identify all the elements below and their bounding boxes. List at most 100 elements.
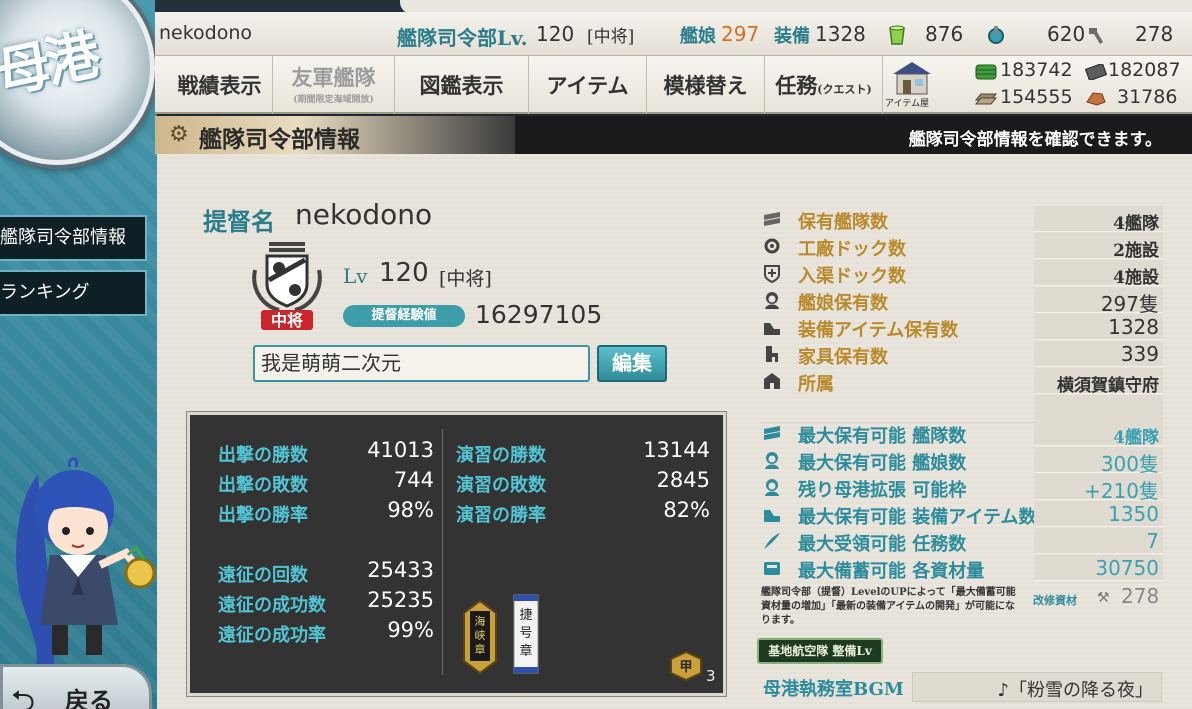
- comment-text: 我是萌萌二次元: [261, 351, 401, 375]
- menu-furniture[interactable]: 模様替え: [647, 56, 765, 114]
- medal3-text: 甲: [679, 660, 692, 675]
- menu-item-label: アイテム: [546, 73, 629, 98]
- shop-label: アイテム屋: [885, 99, 930, 109]
- info-value: 4艦隊: [1113, 428, 1159, 448]
- medal2-char3: 章: [519, 643, 532, 659]
- info-row-blank: [760, 395, 1163, 421]
- info-label: 最大保有可能 装備アイテム数: [798, 507, 1037, 528]
- battle-stats-panel: 出撃の勝数 41013 出撃の敗数 744 出撃の勝率 98% 演習の勝数 13…: [186, 411, 727, 697]
- info-value-cell: 4艦隊: [1034, 420, 1163, 448]
- info-value: 横須賀鎮守府: [1057, 376, 1159, 396]
- info-value: 297隻: [1100, 292, 1159, 316]
- info-label: 装備アイテム保有数: [798, 320, 959, 341]
- max-row-equipment: 最大保有可能 装備アイテム数 1350: [760, 501, 1163, 528]
- info-value: 4艦隊: [1113, 214, 1159, 234]
- menu-encyclopedia[interactable]: 図鑑表示: [395, 56, 529, 114]
- section-description: 艦隊司令部情報を確認できます。: [908, 130, 1162, 150]
- development-material-icon: [988, 26, 1004, 44]
- info-value-cell: 339: [1034, 341, 1163, 367]
- info-row-equipment: 装備アイテム保有数 1328: [760, 314, 1163, 341]
- info-value-cell: 297隻: [1034, 287, 1163, 316]
- menu-item-label: 戦績表示: [177, 73, 262, 98]
- sidebar-item-ranking[interactable]: ランキング: [0, 270, 147, 316]
- menu-record[interactable]: 戦績表示: [167, 56, 273, 114]
- bgm-selector[interactable]: ♪「粉雪の降る夜」: [912, 672, 1162, 702]
- gear-icon: ⚙: [169, 122, 189, 147]
- admiral-name-label: 提督名: [203, 207, 275, 236]
- section-header: ⚙ 艦隊司令部情報 艦隊司令部情報を確認できます。: [155, 116, 1192, 154]
- info-row-furniture: 家具保有数 339: [760, 341, 1163, 368]
- medal1-char3: 章: [475, 642, 486, 656]
- menu-items[interactable]: アイテム: [529, 56, 647, 114]
- bgm-label: 母港執務室BGM: [763, 679, 904, 700]
- rank-badge-text: 中将: [271, 311, 303, 330]
- sidebar-item-label: ランキング: [0, 282, 90, 303]
- port-button[interactable]: 母港: [0, 0, 155, 165]
- gear-icon: [764, 238, 780, 254]
- exercise-losses: 2845: [656, 468, 710, 492]
- ammo-icon: [1085, 64, 1107, 80]
- medal2-char1: 捷: [519, 608, 532, 623]
- edit-comment-button[interactable]: 編集: [597, 345, 667, 382]
- bucket-icon: [889, 25, 905, 45]
- info-label: 工廠ドック数: [798, 239, 906, 260]
- exercise-wins-label: 演習の勝数: [456, 445, 546, 466]
- sortie-losses-label: 出撃の敗数: [218, 475, 308, 496]
- info-row-affiliation: 所属 横須賀鎮守府: [760, 368, 1163, 396]
- medal3-count: 3: [706, 667, 716, 685]
- level-label: Lv: [343, 264, 368, 288]
- sortie-rate-label: 出撃の勝率: [218, 505, 308, 526]
- main-menu: 戦績表示 友軍艦隊 (期間限定海域開放) 図鑑表示 アイテム 模様替え 任務(ク…: [155, 56, 1192, 114]
- furniture-icon: [766, 346, 778, 362]
- equipment-icon: [764, 323, 780, 335]
- bgm-title: ♪「粉雪の降る夜」: [997, 680, 1154, 701]
- left-panel: 母港 艦隊司令部情報 ランキング ⮌ 戻る: [0, 0, 157, 709]
- menu-friend-fleet[interactable]: 友軍艦隊 (期間限定海域開放): [273, 56, 395, 114]
- info-value: 30750: [1095, 556, 1159, 580]
- equipment-icon: [764, 510, 780, 522]
- equipment-count: 1328: [815, 22, 866, 46]
- info-value-cell: 4艦隊: [1034, 206, 1163, 234]
- expedition-count: 25433: [367, 558, 434, 582]
- max-row-resources: 最大備蓄可能 各資材量 30750: [760, 555, 1163, 582]
- info-row-shipgirls: 艦娘保有数 297隻: [760, 287, 1163, 316]
- secretary-ship-chibi: [16, 457, 156, 665]
- improvement-material-label: 改修資材: [1033, 594, 1077, 607]
- base-air-corps-button[interactable]: 基地航空隊 整備Lv: [757, 638, 883, 664]
- max-row-quests: 最大受領可能 任務数 7: [760, 528, 1163, 555]
- medal2-char2: 号: [519, 626, 532, 641]
- admiral-level: 120: [379, 258, 429, 288]
- info-value-cell: +210隻: [1034, 474, 1163, 503]
- steel-count: 154555: [1000, 86, 1073, 108]
- expedition-rate: 99%: [387, 618, 434, 642]
- info-value: 1328: [1108, 315, 1159, 339]
- comment-field[interactable]: 我是萌萌二次元: [253, 345, 590, 382]
- status-bar: nekodono 艦隊司令部Lv. 120 [中将] 艦娘 297 装備 132…: [155, 12, 1192, 56]
- improvement-material-count: 278: [1121, 584, 1160, 608]
- info-value-cell: 7: [1034, 528, 1163, 554]
- info-value-cell: 1350: [1034, 501, 1163, 527]
- shipgirl-icon: [765, 479, 779, 496]
- sidebar-item-hq-info[interactable]: 艦隊司令部情報: [0, 215, 147, 261]
- screw-icon: [1089, 28, 1103, 44]
- exercise-losses-label: 演習の敗数: [456, 475, 546, 496]
- fleet-icon: [764, 426, 780, 440]
- info-label: 所属: [798, 374, 834, 395]
- info-label: 入渠ドック数: [798, 266, 906, 287]
- sortie-wins-label: 出撃の勝数: [218, 445, 308, 466]
- max-row-fleets: 最大保有可能 艦隊数 4艦隊: [760, 420, 1163, 448]
- hq-level: 120: [536, 22, 575, 46]
- kou-medal-icon: 甲: [670, 651, 702, 681]
- max-row-port-expansion: 残り母港拡張 可能枠 +210隻: [760, 474, 1163, 503]
- ammo-count: 182087: [1108, 59, 1181, 81]
- item-shop-button[interactable]: アイテム屋: [883, 58, 941, 112]
- flag-icon: [764, 373, 780, 389]
- exp-badge: 提督経験値: [343, 305, 465, 327]
- menu-quests[interactable]: 任務(クエスト): [765, 56, 883, 114]
- stats-divider: [442, 429, 443, 675]
- player-name: nekodono: [159, 22, 253, 44]
- equipment-label: 装備: [774, 26, 810, 47]
- back-button[interactable]: ⮌ 戻る: [0, 664, 152, 709]
- info-value: +210隻: [1084, 479, 1159, 503]
- repair-icon: [764, 265, 780, 283]
